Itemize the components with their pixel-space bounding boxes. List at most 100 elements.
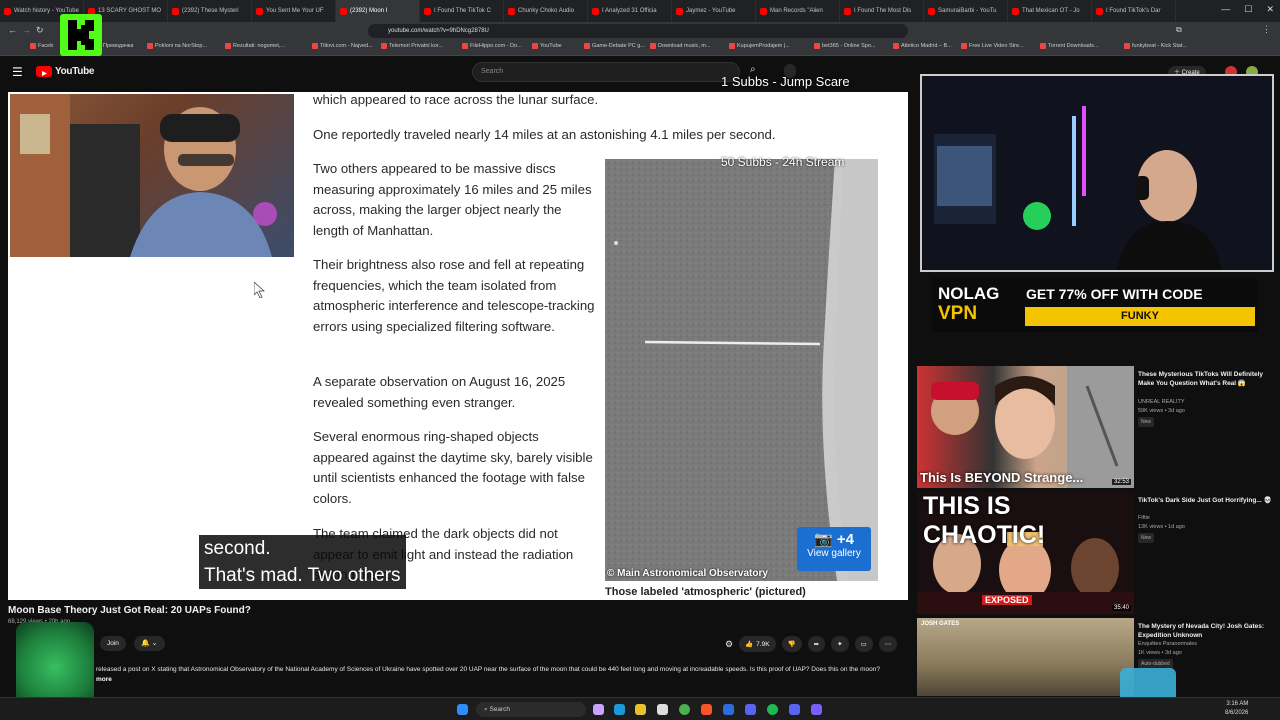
browser-tab[interactable]: I Found TikTok's Dar	[1092, 0, 1176, 22]
save-button[interactable]: ▭	[854, 636, 873, 652]
bookmark-favicon-icon	[462, 43, 468, 49]
tab-favicon-icon	[844, 7, 851, 15]
ask-button[interactable]: ✦	[831, 636, 849, 652]
file-explorer-icon[interactable]	[635, 704, 646, 715]
tab-label: I Found TikTok's Dar	[1106, 8, 1161, 14]
bookmark-item[interactable]: YouTube	[532, 43, 562, 49]
bookmark-item[interactable]: KupujemProdajem |...	[729, 43, 790, 49]
hamburger-icon[interactable]: ☰	[12, 65, 23, 79]
bookmark-item[interactable]: Torrent Downloads...	[1040, 43, 1098, 49]
browser-tab[interactable]: (2392) These Mysteri	[168, 0, 252, 22]
browser-tab[interactable]: I Found The TikTok C	[420, 0, 504, 22]
browser-tab[interactable]: Man Records "Alien	[756, 0, 840, 22]
bookmark-item[interactable]: Rezultati: nogomet,...	[225, 43, 285, 49]
bookmark-item[interactable]: Telemori Privatni kor...	[381, 43, 443, 49]
thumbnail-badge: EXPOSED	[982, 595, 1032, 605]
spotify-icon[interactable]	[767, 704, 778, 715]
teams-icon[interactable]	[745, 704, 756, 715]
app-icon[interactable]	[723, 704, 734, 715]
bookmark-favicon-icon	[650, 43, 656, 49]
nolag-logo: NOLAG VPN	[938, 284, 1022, 328]
video-thumbnail[interactable]: This Is BEYOND Strange... 32:53	[917, 366, 1134, 488]
sparkle-icon: ✦	[837, 641, 843, 648]
video-meta: 13K views • 1d ago	[1138, 524, 1185, 530]
bookmark-item[interactable]: Titlovi.com - Najved...	[312, 43, 373, 49]
nolag-logo-top: NOLAG	[938, 284, 1000, 303]
maximize-icon[interactable]: ☐	[1244, 4, 1252, 15]
recommended-video[interactable]: THIS IS CHAOTIC! EXPOSED 35:40 TikTok's …	[917, 492, 1277, 614]
forward-icon[interactable]: →	[22, 25, 31, 35]
search-input[interactable]: Search	[472, 62, 740, 82]
video-thumbnail[interactable]: THIS IS CHAOTIC! EXPOSED 35:40	[917, 492, 1134, 614]
observatory-photo: © Main Astronomical Observatory 📷 +4 Vie…	[605, 159, 878, 581]
copilot-icon[interactable]	[593, 704, 604, 715]
menu-icon[interactable]: ⋮	[1262, 24, 1271, 35]
bookmark-item[interactable]: Download music, m...	[650, 43, 711, 49]
new-badge: New	[1138, 417, 1155, 427]
minimize-icon[interactable]: —	[1221, 4, 1230, 15]
video-title[interactable]: The Mystery of Nevada City! Josh Gates: …	[1138, 622, 1273, 640]
more-icon: ⋯	[884, 641, 892, 648]
gear-icon[interactable]: ⚙	[725, 639, 733, 650]
channel-name[interactable]: UNREAL REALITY	[1138, 398, 1185, 406]
system-clock[interactable]: 3:16 AM 8/6/2026	[1225, 700, 1248, 718]
channel-name[interactable]: Fiftie	[1138, 514, 1150, 522]
youtube-play-icon	[36, 66, 52, 77]
browser-tab[interactable]: I Analyzed 31 Officia	[588, 0, 672, 22]
subscribe-bell-button[interactable]: 🔔 ⌄	[134, 636, 165, 651]
app-icon[interactable]	[811, 704, 822, 715]
video-thumbnail[interactable]: JOSH GATES	[917, 618, 1134, 696]
taskbar-search-label: Search	[489, 706, 511, 713]
more-link[interactable]: more	[96, 675, 906, 685]
windows-start-icon[interactable]	[457, 704, 468, 715]
join-button[interactable]: Join	[100, 636, 126, 651]
dislike-button[interactable]: 👎	[781, 636, 802, 652]
back-icon[interactable]: ←	[8, 25, 17, 35]
video-title[interactable]: TikTok's Dark Side Just Got Horrifying..…	[1138, 496, 1273, 505]
bookmark-item[interactable]: Game-Debate PC g...	[584, 43, 645, 49]
bookmarks-bar: Faceb Преводачка Pokloni na NorStop... Rezu…	[0, 40, 1280, 56]
browser-tab[interactable]: That Mexican OT - Jo	[1008, 0, 1092, 22]
edge-icon[interactable]	[614, 704, 625, 715]
store-icon[interactable]	[657, 704, 668, 715]
thumbnail-text: This Is BEYOND Strange...	[920, 470, 1084, 485]
browser-tab[interactable]: Chunky Choko Audio	[504, 0, 588, 22]
tab-favicon-icon	[760, 7, 767, 15]
discord-icon[interactable]	[789, 704, 800, 715]
browser-tab[interactable]: Jaymez - YouTube	[672, 0, 756, 22]
chrome-icon[interactable]	[679, 704, 690, 715]
streamer-webcam	[920, 74, 1274, 272]
recommended-video[interactable]: This Is BEYOND Strange... 32:53 These My…	[917, 366, 1277, 488]
bookmark-item[interactable]: Free Live Video Stre...	[961, 43, 1024, 49]
photo-caption: Those labeled 'atmospheric' (pictured)	[605, 586, 806, 598]
bookmark-item[interactable]: funkybeat - Kick Stat...	[1124, 43, 1187, 49]
view-gallery-button[interactable]: 📷 +4 View gallery	[797, 527, 871, 571]
more-button[interactable]: ⋯	[878, 636, 898, 652]
recommended-video[interactable]: JOSH GATES The Mystery of Nevada City! J…	[917, 618, 1277, 696]
like-button[interactable]: 👍 7.9K	[739, 636, 776, 652]
bookmark-favicon-icon	[729, 43, 735, 49]
bookmark-item[interactable]: Faceb	[30, 43, 53, 49]
bookmark-item[interactable]: Atletico Madrid – B...	[893, 43, 952, 49]
extensions-icon[interactable]: ⧉	[1176, 25, 1182, 35]
browser-tab[interactable]: You Sent Me Your UF	[252, 0, 336, 22]
close-icon[interactable]: ✕	[1266, 4, 1274, 15]
browser-tab[interactable]: SamuraiBarbi - YouTu	[924, 0, 1008, 22]
bookmark-icon: ▭	[860, 641, 867, 648]
bookmark-item[interactable]: Pokloni na NorStop...	[147, 43, 207, 49]
bookmark-item[interactable]: FileHippo.com - Do...	[462, 43, 522, 49]
youtube-logo[interactable]: YouTube	[36, 66, 95, 77]
browser-tab[interactable]: I Found The Most Dis	[840, 0, 924, 22]
bookmark-label: Download music, m...	[658, 43, 711, 49]
taskbar-search[interactable]: ⌕ Search	[476, 702, 586, 717]
bookmark-favicon-icon	[814, 43, 820, 49]
bookmark-item[interactable]: bet365 - Online Spo...	[814, 43, 876, 49]
url-field[interactable]: youtube.com/watch?v=9hDNcg2878U	[368, 24, 908, 38]
brave-icon[interactable]	[701, 704, 712, 715]
video-title[interactable]: These Mysterious TikToks Will Definitely…	[1138, 370, 1273, 388]
tab-label: You Sent Me Your UF	[266, 8, 324, 14]
share-button[interactable]: ➦	[807, 636, 826, 652]
channel-name[interactable]: Enquêtes Paranormales	[1138, 640, 1197, 648]
reload-icon[interactable]: ↻	[36, 25, 44, 36]
browser-tab[interactable]: (2392) Moon I	[336, 0, 420, 22]
